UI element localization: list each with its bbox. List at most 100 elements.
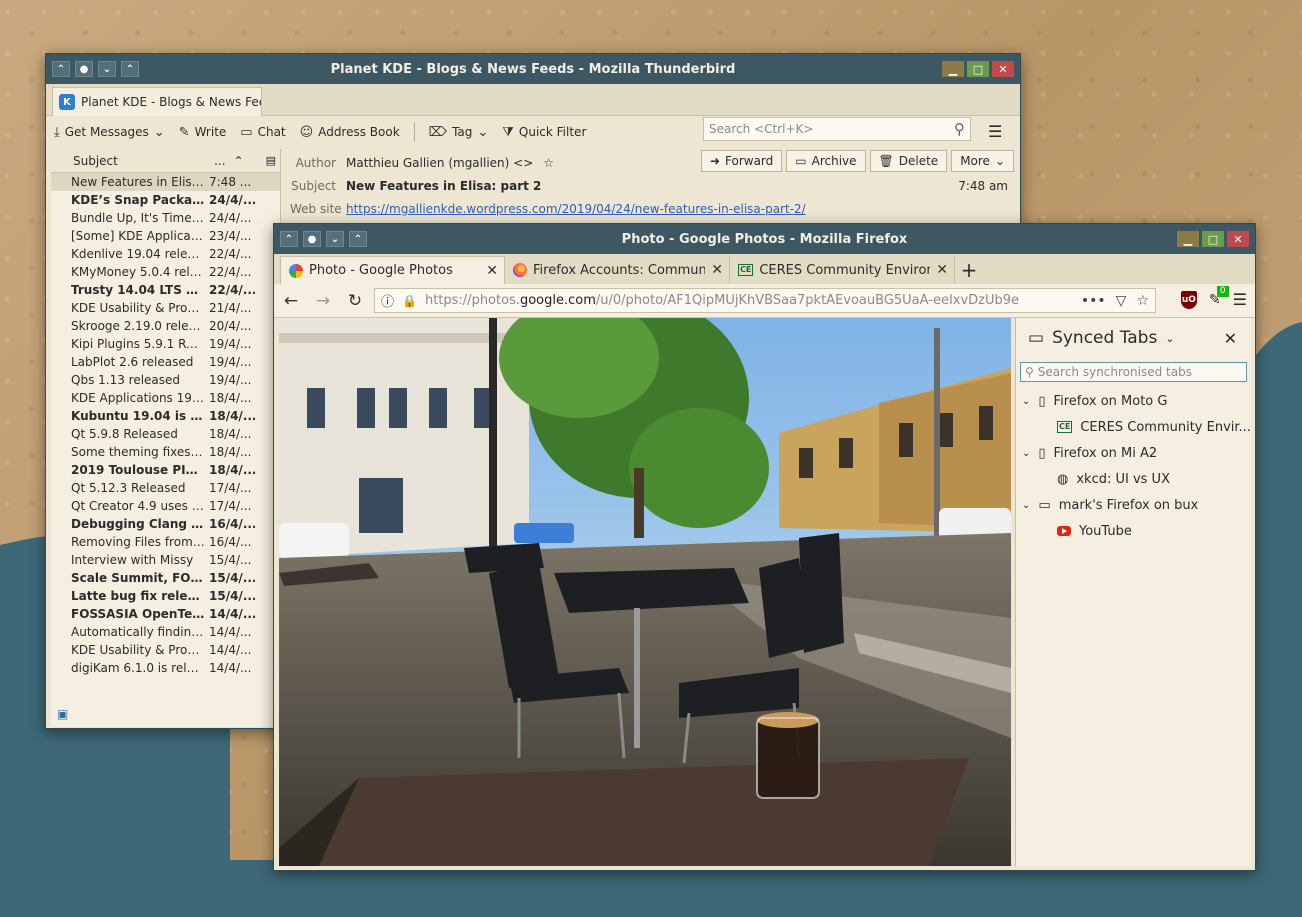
quick-filter-button[interactable]: ⧩ Quick Filter bbox=[502, 125, 586, 140]
addon-icon[interactable]: ✎ 0 bbox=[1209, 285, 1229, 308]
table-row[interactable]: FOSSASIA OpenTec... 14/4/... bbox=[51, 605, 280, 623]
synced-tab-item[interactable]: YouTube bbox=[1016, 518, 1251, 544]
firefox-titlebar[interactable]: ⌃ ● ⌄ ⌃ Photo - Google Photos - Mozilla … bbox=[274, 224, 1255, 254]
synced-tab-item[interactable]: CE CERES Community Envir... bbox=[1016, 414, 1251, 440]
chevron-down-icon[interactable]: ⌄ bbox=[154, 125, 165, 140]
sidebar-title[interactable]: Synced Tabs bbox=[1052, 328, 1157, 348]
table-row[interactable]: Qt Creator 4.9 uses K... 17/4/... bbox=[51, 497, 280, 515]
tag-button[interactable]: ⌦ Tag ⌄ bbox=[429, 125, 489, 140]
table-row[interactable]: Kubuntu 19.04 is rel... 18/4/... bbox=[51, 407, 280, 425]
close-icon[interactable]: ✕ bbox=[1224, 329, 1237, 348]
column-overflow[interactable]: ... bbox=[214, 154, 225, 168]
forward-arrow-icon[interactable]: → bbox=[312, 291, 334, 311]
table-row[interactable]: [Some] KDE Applicati... 23/4/... bbox=[51, 227, 280, 245]
maximize-button[interactable]: □ bbox=[967, 61, 989, 77]
keep-above-button[interactable]: ⌃ bbox=[52, 61, 70, 77]
mail-search-input[interactable]: Search <Ctrl+K> ⚲ bbox=[703, 117, 971, 141]
chevron-down-icon[interactable]: ⌄ bbox=[1165, 332, 1174, 345]
table-row[interactable]: 2019 Toulouse PIM ... 18/4/... bbox=[51, 461, 280, 479]
subject-column-header[interactable]: Subject bbox=[73, 154, 118, 168]
table-row[interactable]: Trusty 14.04 LTS en... 22/4/... bbox=[51, 281, 280, 299]
table-row[interactable]: Qbs 1.13 released 19/4/... bbox=[51, 371, 280, 389]
device-moto-g[interactable]: ⌄ ▯ Firefox on Moto G bbox=[1016, 388, 1251, 414]
table-row[interactable]: Debugging Clang A... 16/4/... bbox=[51, 515, 280, 533]
table-row[interactable]: Scale Summit, FOSS... 15/4/... bbox=[51, 569, 280, 587]
table-row[interactable]: Qt 5.9.8 Released 18/4/... bbox=[51, 425, 280, 443]
table-row[interactable]: KDE Applications 19.... 18/4/... bbox=[51, 389, 280, 407]
device-bux[interactable]: ⌄ ▭ mark's Firefox on bux bbox=[1016, 492, 1251, 518]
table-row[interactable]: Qt 5.12.3 Released 17/4/... bbox=[51, 479, 280, 497]
url-bar[interactable]: ⓘ 🔒 https://photos.google.com/u/0/photo/… bbox=[374, 288, 1156, 313]
device-mi-a2[interactable]: ⌄ ▯ Firefox on Mi A2 bbox=[1016, 440, 1251, 466]
delete-button[interactable]: 🗑 Delete bbox=[869, 150, 948, 172]
close-tab-icon[interactable]: ✕ bbox=[936, 262, 948, 278]
hamburger-menu-icon[interactable]: ☰ bbox=[1233, 290, 1247, 309]
on-all-desktops-button[interactable]: ● bbox=[303, 231, 321, 247]
pocket-icon[interactable]: ▽ bbox=[1116, 293, 1127, 309]
website-link[interactable]: https://mgallienkde.wordpress.com/2019/0… bbox=[346, 202, 806, 216]
new-tab-button[interactable]: + bbox=[955, 256, 983, 284]
archive-button[interactable]: ▭ Archive bbox=[786, 150, 866, 172]
tab-planet-kde[interactable]: K Planet KDE - Blogs & News Feeds bbox=[52, 87, 262, 116]
expand-toggle-icon[interactable]: ⌄ bbox=[1022, 448, 1030, 459]
online-status-icon[interactable]: ▣ bbox=[57, 707, 68, 721]
close-button[interactable]: ✕ bbox=[992, 61, 1014, 77]
expand-toggle-icon[interactable]: ⌄ bbox=[1022, 396, 1030, 407]
keep-above-button[interactable]: ⌃ bbox=[280, 231, 298, 247]
tab-firefox-accounts[interactable]: Firefox Accounts: Commun ✕ bbox=[505, 256, 730, 284]
synced-tab-item[interactable]: ◍ xkcd: UI vs UX bbox=[1016, 466, 1251, 492]
hamburger-menu-icon[interactable]: ☰ bbox=[988, 122, 1002, 141]
table-row[interactable]: Bundle Up, It's Time ... 24/4/... bbox=[51, 209, 280, 227]
info-icon[interactable]: ⓘ bbox=[381, 291, 394, 310]
maximize-button[interactable]: □ bbox=[1202, 231, 1224, 247]
chat-button[interactable]: ▭ Chat bbox=[240, 125, 285, 140]
table-row[interactable]: Latte bug fix releas... 15/4/... bbox=[51, 587, 280, 605]
author-value[interactable]: Matthieu Gallien (mgallien) <> bbox=[346, 156, 533, 170]
star-icon[interactable]: ☆ bbox=[543, 156, 554, 170]
shade-up-button[interactable]: ⌃ bbox=[349, 231, 367, 247]
close-tab-icon[interactable]: ✕ bbox=[711, 262, 723, 278]
table-row[interactable]: KDE Usability & Prod... 14/4/... bbox=[51, 641, 280, 659]
column-picker-icon[interactable]: ▤ bbox=[266, 154, 276, 167]
shade-up-button[interactable]: ⌃ bbox=[121, 61, 139, 77]
photo-viewer[interactable] bbox=[279, 318, 1011, 866]
bookmark-star-icon[interactable]: ☆ bbox=[1136, 293, 1149, 309]
table-row[interactable]: Skrooge 2.19.0 relea... 20/4/... bbox=[51, 317, 280, 335]
tab-google-photos[interactable]: Photo - Google Photos ✕ bbox=[280, 256, 505, 284]
table-row[interactable]: digiKam 6.1.0 is relea... 14/4/... bbox=[51, 659, 280, 677]
thunderbird-titlebar[interactable]: ⌃ ● ⌄ ⌃ Planet KDE - Blogs & News Feeds … bbox=[46, 54, 1020, 84]
shade-down-button[interactable]: ⌄ bbox=[326, 231, 344, 247]
sort-ascending-icon[interactable]: ⌃ bbox=[234, 154, 244, 168]
tab-ceres[interactable]: CE CERES Community Environ ✕ bbox=[730, 256, 955, 284]
page-actions-icon[interactable]: ••• bbox=[1081, 293, 1106, 309]
reload-icon[interactable]: ↻ bbox=[344, 291, 366, 311]
close-button[interactable]: ✕ bbox=[1227, 231, 1249, 247]
table-row[interactable]: New Features in Elisa... 7:48 ... bbox=[51, 173, 280, 191]
expand-toggle-icon[interactable]: ⌄ bbox=[1022, 500, 1030, 511]
synced-tabs-search-input[interactable]: ⚲ Search synchronised tabs bbox=[1020, 362, 1247, 382]
table-row[interactable]: KMyMoney 5.0.4 rele... 22/4/... bbox=[51, 263, 280, 281]
table-row[interactable]: Kdenlive 19.04 releas... 22/4/... bbox=[51, 245, 280, 263]
minimize-button[interactable]: ▁ bbox=[1177, 231, 1199, 247]
minimize-button[interactable]: ▁ bbox=[942, 61, 964, 77]
thread-column-header[interactable]: Subject ... ⌃ ▤ bbox=[51, 149, 280, 173]
table-row[interactable]: Removing Files from ... 16/4/... bbox=[51, 533, 280, 551]
on-all-desktops-button[interactable]: ● bbox=[75, 61, 93, 77]
forward-button[interactable]: ➜ Forward bbox=[700, 150, 783, 172]
table-row[interactable]: LabPlot 2.6 released 19/4/... bbox=[51, 353, 280, 371]
table-row[interactable]: KDE Usability & Prod... 21/4/... bbox=[51, 299, 280, 317]
table-row[interactable]: Some theming fixes t... 18/4/... bbox=[51, 443, 280, 461]
table-row[interactable]: Automatically finding ... 14/4/... bbox=[51, 623, 280, 641]
write-button[interactable]: ✎ Write bbox=[179, 125, 227, 140]
ublock-origin-icon[interactable]: uO bbox=[1180, 290, 1197, 309]
more-button[interactable]: More ⌄ bbox=[951, 150, 1014, 172]
table-row[interactable]: Interview with Missy 15/4/... bbox=[51, 551, 280, 569]
table-row[interactable]: KDE’s Snap Packages 24/4/... bbox=[51, 191, 280, 209]
table-row[interactable]: Kipi Plugins 5.9.1 Rele... 19/4/... bbox=[51, 335, 280, 353]
shade-down-button[interactable]: ⌄ bbox=[98, 61, 116, 77]
close-tab-icon[interactable]: ✕ bbox=[486, 263, 498, 279]
address-book-button[interactable]: ☺ Address Book bbox=[300, 125, 400, 140]
get-messages-button[interactable]: ⤓ Get Messages ⌄ bbox=[54, 125, 165, 140]
lock-icon[interactable]: 🔒 bbox=[402, 294, 417, 308]
back-arrow-icon[interactable]: ← bbox=[280, 291, 302, 311]
